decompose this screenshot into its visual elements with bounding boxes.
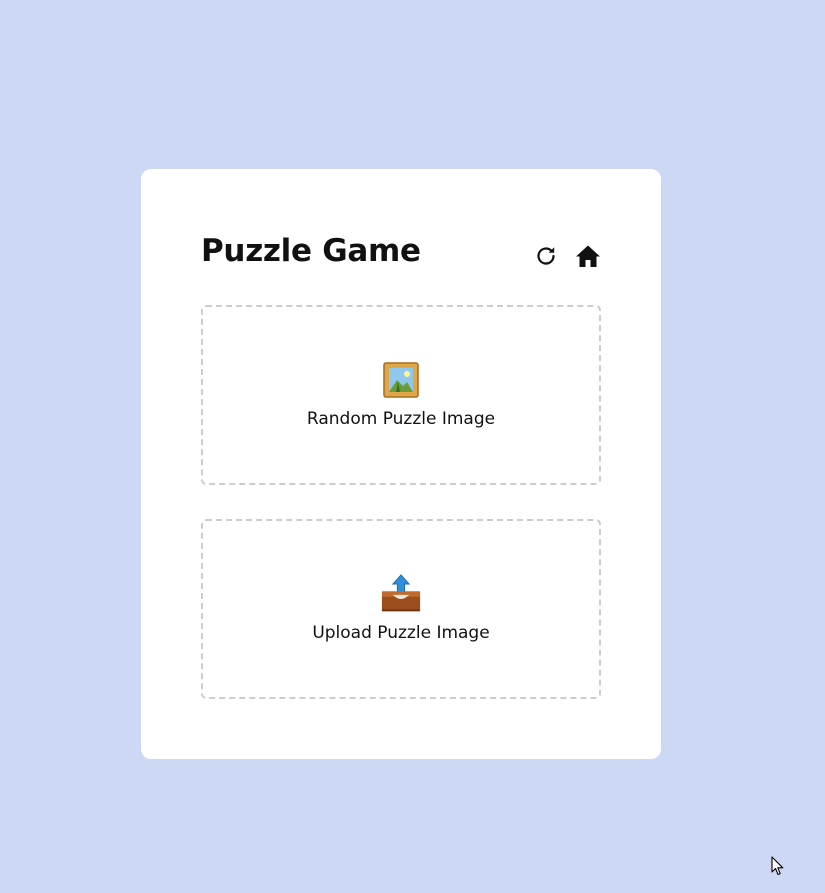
upload-puzzle-label: Upload Puzzle Image [312, 623, 490, 643]
refresh-button[interactable] [533, 243, 559, 269]
refresh-icon [537, 247, 555, 265]
random-puzzle-option[interactable]: Random Puzzle Image [201, 305, 601, 485]
puzzle-card: Puzzle Game Random Puzzle Image Upload P… [141, 169, 661, 759]
home-button[interactable] [575, 243, 601, 269]
header-actions [533, 243, 601, 269]
page-title: Puzzle Game [201, 233, 421, 269]
card-header: Puzzle Game [201, 231, 601, 281]
upload-puzzle-option[interactable]: Upload Puzzle Image [201, 519, 601, 699]
home-icon [576, 245, 600, 267]
mouse-cursor-icon [771, 856, 784, 876]
upload-tray-icon [381, 574, 421, 614]
framed-picture-icon [381, 360, 421, 400]
random-puzzle-label: Random Puzzle Image [306, 409, 496, 429]
